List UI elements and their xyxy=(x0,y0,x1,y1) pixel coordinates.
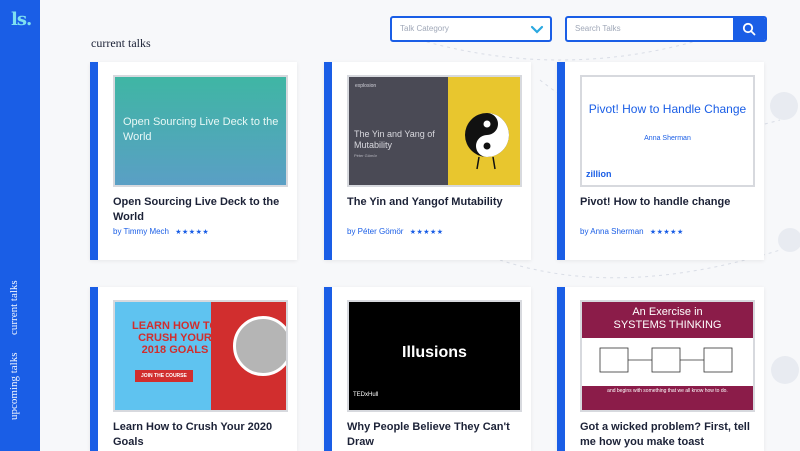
thumbnail-text: Pivot! How to Handle Change xyxy=(588,102,747,116)
thumbnail-text: LEARN HOW TO CRUSH YOUR 2018 GOALS xyxy=(132,320,218,356)
yin-yang-bird-icon xyxy=(465,113,509,170)
talk-category-select[interactable]: Talk Category xyxy=(390,16,552,42)
speaker-photo xyxy=(233,316,286,376)
thumbnail-heading: SYSTEMS THINKING xyxy=(613,319,722,331)
talk-card[interactable]: Pivot! How to Handle Change Anna Sherman… xyxy=(557,62,764,260)
talk-thumbnail[interactable]: LEARN HOW TO CRUSH YOUR 2018 GOALS JOIN … xyxy=(113,300,288,412)
talk-title[interactable]: The Yin and Yangof Mutability xyxy=(347,195,523,210)
search-box: Search Talks xyxy=(565,16,767,42)
thumbnail-subtitle: Péter Gömör xyxy=(354,153,377,158)
thumbnail-tag: TEDxHull xyxy=(353,392,379,398)
card-accent xyxy=(90,62,98,260)
thumbnail-speaker: Anna Sherman xyxy=(644,135,691,142)
search-input[interactable]: Search Talks xyxy=(575,24,621,33)
talk-author-row: by Timmy Mech ★★★★★ xyxy=(113,227,209,236)
chevron-down-icon xyxy=(530,20,544,43)
talk-title[interactable]: Pivot! How to handle change xyxy=(580,195,756,210)
toast-diagram-icon xyxy=(599,347,733,373)
talk-thumbnail[interactable]: Pivot! How to Handle Change Anna Sherman… xyxy=(580,75,755,187)
talk-author[interactable]: by Péter Gömör xyxy=(347,227,403,236)
rating-stars-icon: ★★★★★ xyxy=(649,229,684,236)
sidebar-tab-upcoming-talks[interactable]: upcoming talks xyxy=(8,352,20,420)
talk-author[interactable]: by Anna Sherman xyxy=(580,227,644,236)
talk-card[interactable]: Open Sourcing Live Deck to the World Ope… xyxy=(90,62,297,260)
talk-card[interactable]: Illusions TEDxHull Why People Believe Th… xyxy=(324,287,531,451)
rating-stars-icon: ★★★★★ xyxy=(409,229,444,236)
card-accent xyxy=(324,62,332,260)
category-placeholder: Talk Category xyxy=(400,24,449,33)
thumbnail-text: Open Sourcing Live Deck to the World xyxy=(123,116,279,143)
talk-title[interactable]: Got a wicked problem? First, tell me how… xyxy=(580,420,756,450)
talk-card[interactable]: An Exercise in SYSTEMS THINKING and begi… xyxy=(557,287,764,451)
talk-thumbnail[interactable]: explosion The Yin and Yang of Mutability… xyxy=(347,75,522,187)
talk-author-row: by Péter Gömör ★★★★★ xyxy=(347,227,444,236)
thumbnail-cta: JOIN THE COURSE xyxy=(135,370,193,382)
search-icon xyxy=(742,22,756,36)
card-accent xyxy=(90,287,98,451)
talk-title[interactable]: Open Sourcing Live Deck to the World xyxy=(113,195,289,225)
sidebar: ls. current talks upcoming talks xyxy=(0,0,40,451)
talk-card[interactable]: LEARN HOW TO CRUSH YOUR 2018 GOALS JOIN … xyxy=(90,287,297,451)
thumbnail-logo: zillion xyxy=(586,169,612,179)
talk-title[interactable]: Why People Believe They Can't Draw xyxy=(347,420,523,450)
talk-title[interactable]: Learn How to Crush Your 2020 Goals xyxy=(113,420,289,450)
card-accent xyxy=(324,287,332,451)
talk-thumbnail[interactable]: Illusions TEDxHull xyxy=(347,300,522,412)
talk-thumbnail[interactable]: An Exercise in SYSTEMS THINKING and begi… xyxy=(580,300,755,412)
sidebar-tab-current-talks[interactable]: current talks xyxy=(8,280,20,335)
card-accent xyxy=(557,287,565,451)
talk-author[interactable]: by Timmy Mech xyxy=(113,227,169,236)
search-button[interactable] xyxy=(733,18,765,40)
talk-author-row: by Anna Sherman ★★★★★ xyxy=(580,227,684,236)
thumbnail-brand: explosion xyxy=(355,83,377,89)
rating-stars-icon: ★★★★★ xyxy=(175,229,210,236)
app-logo[interactable]: ls. xyxy=(11,9,32,30)
card-accent xyxy=(557,62,565,260)
talk-card[interactable]: explosion The Yin and Yang of Mutability… xyxy=(324,62,531,260)
thumbnail-text: Illusions xyxy=(402,344,467,361)
thumbnail-text: An Exercise in xyxy=(632,306,703,318)
thumbnail-text: The Yin and Yang of Mutability xyxy=(354,129,435,150)
toast-diagram-panel xyxy=(582,338,753,386)
talk-thumbnail[interactable]: Open Sourcing Live Deck to the World xyxy=(113,75,288,187)
thumbnail-caption: and begins with something that we all kn… xyxy=(607,388,728,394)
page-title: current talks xyxy=(91,36,151,50)
